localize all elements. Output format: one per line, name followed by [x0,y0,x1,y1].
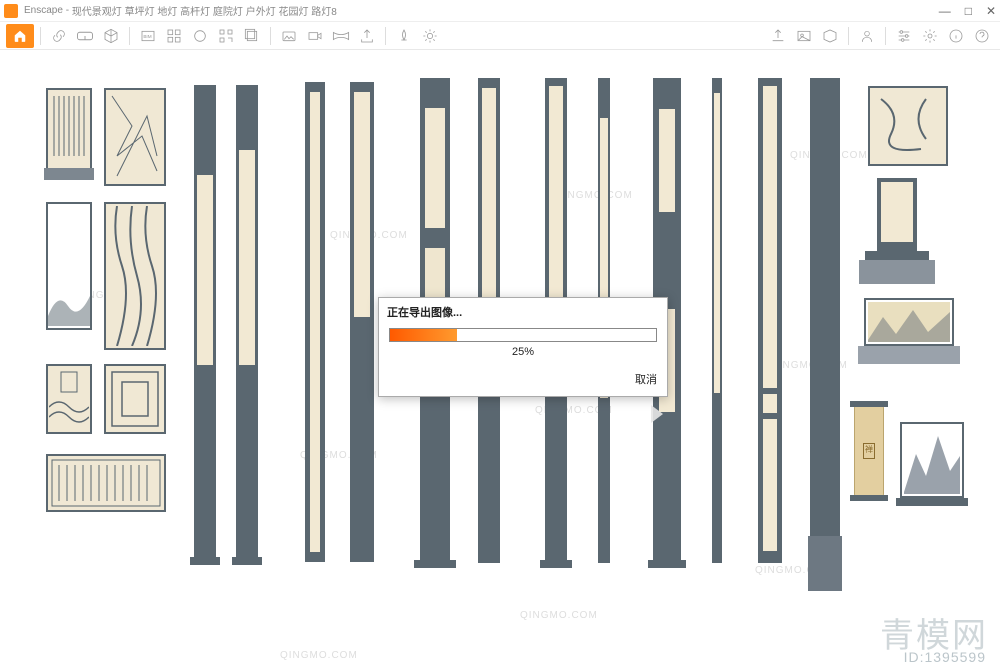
home-button[interactable] [6,24,34,48]
asset-library-icon[interactable] [392,25,416,47]
batch-icon[interactable] [240,25,264,47]
toolbar-separator [848,27,849,45]
lamp-panel [46,364,92,434]
sun-icon[interactable] [418,25,442,47]
main-toolbar: BIM [0,22,1000,50]
progress-bar [389,328,657,342]
svg-text:BIM: BIM [143,34,151,39]
watermark-logo: 青模网 [880,608,988,657]
screenshot-icon[interactable] [277,25,301,47]
panorama-icon[interactable] [329,25,353,47]
settings-icon[interactable] [918,25,942,47]
lamp-panel [46,454,166,512]
window-titlebar: Enscape - 现代景观灯 草坪灯 地灯 高杆灯 庭院灯 户外灯 花园灯 路… [0,0,1000,22]
toolbar-separator [385,27,386,45]
mono-icon[interactable] [188,25,212,47]
play-indicator-icon [651,405,663,423]
upload-icon[interactable] [766,25,790,47]
link-icon[interactable] [47,25,71,47]
visual-settings-icon[interactable] [892,25,916,47]
window-maximize-button[interactable]: □ [965,4,972,18]
render-viewport[interactable]: QINGMO.COM QINGMO.COM QINGMO.COM QINGMO.… [0,50,1000,665]
qr-icon[interactable] [214,25,238,47]
app-icon [4,4,18,18]
lamp-panel [104,202,166,350]
watermark-text: QINGMO.COM [520,610,598,621]
document-title: 现代景观灯 草坪灯 地灯 高杆灯 庭院灯 户外灯 花园灯 路灯8 [72,3,337,18]
box-icon[interactable] [818,25,842,47]
goggles-icon[interactable] [73,25,97,47]
lamp-character: 禅 [863,443,875,459]
info-icon[interactable] [944,25,968,47]
lamp-panel [104,364,166,434]
toolbar-separator [129,27,130,45]
progress-percent-label: 25% [389,346,657,358]
lamp-box [868,86,948,166]
lamp-panel [46,202,92,330]
picture-icon[interactable] [792,25,816,47]
export-progress-dialog: 正在导出图像... 25% 取消 [378,297,668,397]
toolbar-separator [40,27,41,45]
toolbar-separator [270,27,271,45]
cancel-button[interactable]: 取消 [635,374,657,386]
watermark-id: ID:1395599 [904,649,986,665]
title-separator: - [63,5,72,16]
window-close-button[interactable]: ✕ [986,4,996,18]
lamp-panel [46,88,92,170]
user-icon[interactable] [855,25,879,47]
export-icon[interactable] [355,25,379,47]
toolbar-separator [885,27,886,45]
video-icon[interactable] [303,25,327,47]
watermark-text: QINGMO.COM [280,650,358,661]
help-icon[interactable] [970,25,994,47]
window-minimize-button[interactable]: — [939,4,951,18]
cube-icon[interactable] [99,25,123,47]
bim-icon[interactable]: BIM [136,25,160,47]
app-name: Enscape [24,5,63,16]
manage-views-icon[interactable] [162,25,186,47]
progress-bar-fill [390,329,457,341]
lamp-base [44,168,94,180]
lamp-panel [104,88,166,186]
dialog-title: 正在导出图像... [379,298,667,324]
